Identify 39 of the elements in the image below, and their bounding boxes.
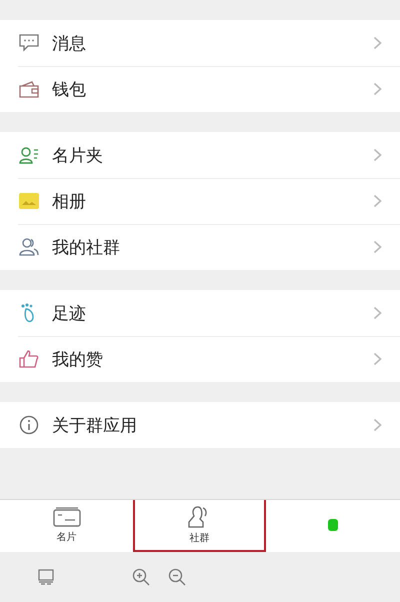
menu-label: 相册 xyxy=(52,190,87,212)
zoom-out-icon[interactable] xyxy=(168,568,186,586)
card-icon xyxy=(52,506,80,526)
zoom-in-icon[interactable] xyxy=(132,568,150,586)
status-icon xyxy=(328,519,338,531)
menu-label: 消息 xyxy=(52,32,87,54)
tab-label: 名片 xyxy=(56,530,76,544)
menu-label: 足迹 xyxy=(52,302,87,324)
menu-label: 关于群应用 xyxy=(52,414,138,436)
contact-card-icon xyxy=(19,146,39,164)
menu-label: 我的社群 xyxy=(52,236,121,258)
screen-icon[interactable] xyxy=(38,569,54,585)
photo-album-icon xyxy=(19,193,39,209)
chevron-icon xyxy=(373,194,382,208)
menu-row[interactable]: 名片夹 xyxy=(0,132,400,178)
menu-row[interactable]: 相册 xyxy=(0,178,400,224)
menu-label: 我的赞 xyxy=(52,348,104,370)
thumbs-up-icon xyxy=(19,350,39,368)
menu-row[interactable]: 我的赞 xyxy=(0,336,400,382)
menu-row[interactable]: 我的社群 xyxy=(0,224,400,270)
chevron-icon xyxy=(373,82,382,96)
people-icon xyxy=(19,238,39,256)
menu-label: 钱包 xyxy=(52,78,87,100)
chevron-icon xyxy=(373,36,382,50)
tab[interactable]: 名片 xyxy=(0,500,133,552)
menu-row[interactable]: 足迹 xyxy=(0,290,400,336)
menu-row[interactable]: 钱包 xyxy=(0,66,400,112)
chevron-icon xyxy=(373,148,382,162)
chevron-icon xyxy=(373,418,382,432)
menu-row[interactable]: 关于群应用 xyxy=(0,402,400,448)
chevron-icon xyxy=(373,352,382,366)
tab-label: 社群 xyxy=(190,532,210,544)
chat-icon xyxy=(19,34,39,52)
chevron-icon xyxy=(373,306,382,320)
menu-row[interactable]: 消息 xyxy=(0,20,400,66)
info-icon xyxy=(19,415,39,435)
wallet-icon xyxy=(19,80,39,98)
menu-label: 名片夹 xyxy=(52,144,104,166)
chevron-icon xyxy=(373,240,382,254)
